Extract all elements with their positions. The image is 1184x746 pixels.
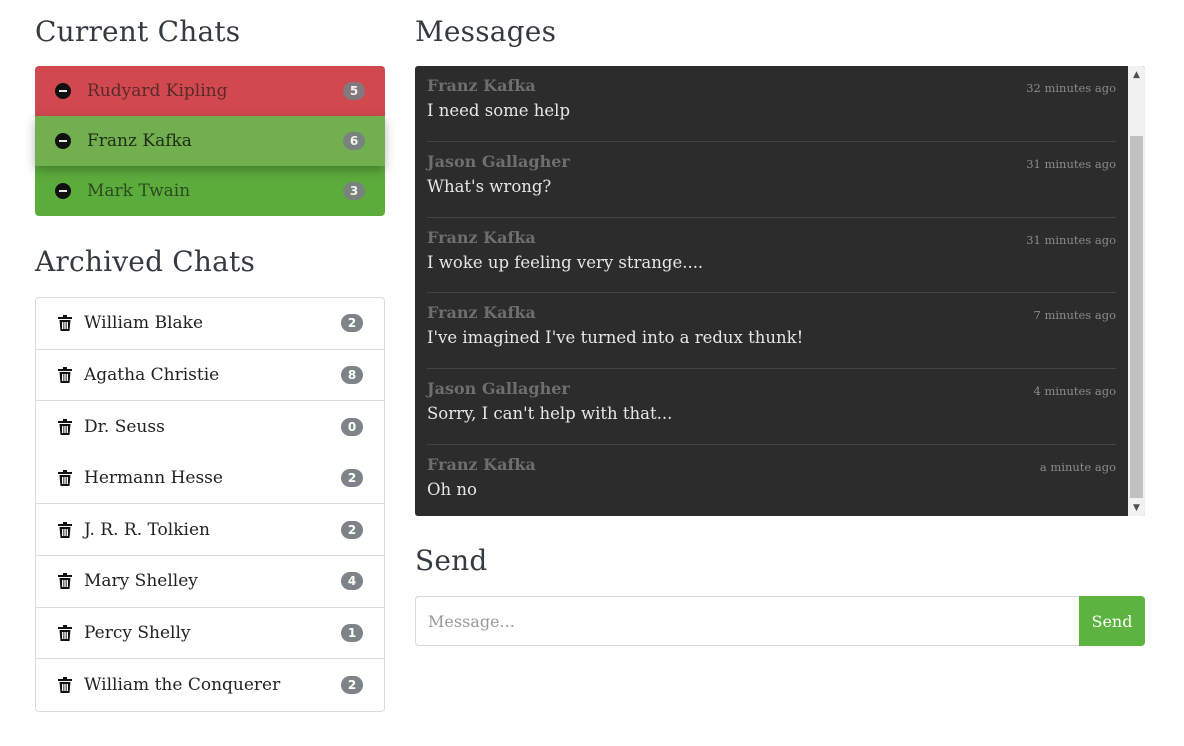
message-item: Franz Kafka a minute ago Oh no bbox=[427, 445, 1116, 516]
message-list: Franz Kafka 32 minutes ago I need some h… bbox=[427, 66, 1116, 516]
scroll-down-arrow-icon[interactable]: ▼ bbox=[1128, 499, 1145, 516]
send-button[interactable]: Send bbox=[1079, 596, 1145, 646]
chat-name: Percy Shelly bbox=[84, 622, 191, 643]
trash-icon[interactable] bbox=[56, 366, 74, 384]
messages-heading: Messages bbox=[415, 15, 557, 48]
message-item: Franz Kafka 32 minutes ago I need some h… bbox=[427, 66, 1116, 142]
unread-count-badge: 3 bbox=[343, 182, 365, 200]
current-chat-item-selected[interactable]: Franz Kafka 6 bbox=[35, 116, 385, 166]
message-timestamp: 7 minutes ago bbox=[1033, 308, 1117, 323]
message-count-badge: 4 bbox=[341, 572, 363, 591]
message-author: Franz Kafka bbox=[427, 303, 536, 323]
archived-chat-item[interactable]: Percy Shelly 1 bbox=[36, 608, 384, 660]
message-count-badge: 0 bbox=[341, 417, 363, 436]
message-author: Franz Kafka bbox=[427, 76, 536, 95]
archived-chat-item[interactable]: William the Conquerer 2 bbox=[36, 659, 384, 711]
chat-name: Agatha Christie bbox=[84, 364, 220, 385]
current-chats-list: Rudyard Kipling 5 Franz Kafka 6 Mark Twa… bbox=[35, 66, 385, 216]
trash-icon[interactable] bbox=[56, 676, 74, 694]
message-author: Franz Kafka bbox=[427, 227, 536, 247]
archived-chat-item[interactable]: J. R. R. Tolkien 2 bbox=[36, 504, 384, 556]
message-count-badge: 2 bbox=[341, 675, 363, 694]
message-item: Franz Kafka 7 minutes ago I've imagined … bbox=[427, 293, 1117, 370]
message-timestamp: 32 minutes ago bbox=[1026, 81, 1116, 95]
message-count-badge: 1 bbox=[341, 623, 363, 642]
message-count-badge: 2 bbox=[341, 314, 363, 333]
message-input[interactable] bbox=[415, 596, 1079, 646]
chat-name: Franz Kafka bbox=[87, 131, 192, 151]
current-chat-item[interactable]: Rudyard Kipling 5 bbox=[35, 66, 385, 116]
chat-name: Mary Shelley bbox=[84, 571, 198, 592]
message-timestamp: 31 minutes ago bbox=[1026, 156, 1116, 171]
send-heading: Send bbox=[415, 544, 488, 577]
message-item: Jason Gallagher 4 minutes ago Sorry, I c… bbox=[427, 369, 1116, 445]
message-timestamp: 4 minutes ago bbox=[1033, 384, 1117, 399]
message-text: What's wrong? bbox=[427, 176, 552, 196]
scroll-up-arrow-icon[interactable]: ▲ bbox=[1128, 66, 1145, 83]
trash-icon[interactable] bbox=[56, 418, 74, 436]
trash-icon[interactable] bbox=[56, 314, 74, 332]
message-count-badge: 2 bbox=[341, 520, 363, 539]
message-item: Jason Gallagher 31 minutes ago What's wr… bbox=[427, 142, 1116, 218]
message-text: Oh no bbox=[427, 479, 477, 499]
chat-name: Dr. Seuss bbox=[84, 416, 165, 437]
message-author: Jason Gallagher bbox=[427, 151, 570, 171]
minus-circle-icon[interactable] bbox=[55, 83, 71, 99]
minus-circle-icon[interactable] bbox=[55, 183, 71, 199]
minus-circle-icon[interactable] bbox=[55, 133, 71, 149]
trash-icon[interactable] bbox=[56, 469, 74, 487]
messages-panel[interactable]: Franz Kafka 32 minutes ago I need some h… bbox=[415, 66, 1145, 516]
message-text: Sorry, I can't help with that... bbox=[427, 404, 673, 424]
unread-count-badge: 5 bbox=[343, 82, 365, 100]
message-timestamp: 31 minutes ago bbox=[1026, 232, 1116, 247]
chat-name: J. R. R. Tolkien bbox=[84, 519, 210, 540]
archived-chat-item[interactable]: Mary Shelley 4 bbox=[36, 556, 384, 608]
message-timestamp: a minute ago bbox=[1039, 459, 1116, 474]
archived-chats-list: William Blake 2 Agatha Christie 8 Dr. Se… bbox=[35, 297, 385, 712]
archived-chat-item[interactable]: Agatha Christie 8 bbox=[36, 350, 384, 402]
current-chats-heading: Current Chats bbox=[35, 15, 241, 48]
trash-icon[interactable] bbox=[56, 521, 74, 539]
archived-chat-item[interactable]: Hermann Hesse 2 bbox=[36, 453, 384, 505]
scrollbar-thumb[interactable] bbox=[1130, 136, 1143, 498]
message-text: I woke up feeling very strange.... bbox=[427, 252, 704, 272]
message-count-badge: 2 bbox=[341, 469, 363, 488]
archived-chat-item[interactable]: William Blake 2 bbox=[36, 298, 384, 350]
chat-name: William the Conquerer bbox=[84, 674, 281, 695]
messages-scrollbar[interactable]: ▲ ▼ bbox=[1128, 66, 1145, 516]
trash-icon[interactable] bbox=[56, 572, 74, 590]
unread-count-badge: 6 bbox=[343, 132, 365, 150]
chat-name: Mark Twain bbox=[87, 181, 191, 201]
message-text: I've imagined I've turned into a redux t… bbox=[427, 328, 804, 348]
trash-icon[interactable] bbox=[56, 624, 74, 642]
chat-name: Hermann Hesse bbox=[84, 468, 223, 489]
archived-chat-item[interactable]: Dr. Seuss 0 bbox=[36, 401, 384, 453]
message-text: I need some help bbox=[427, 101, 571, 120]
chat-name: William Blake bbox=[84, 313, 204, 334]
send-form: Send bbox=[415, 596, 1145, 646]
chat-name: Rudyard Kipling bbox=[87, 81, 228, 101]
message-count-badge: 8 bbox=[341, 365, 363, 384]
current-chat-item[interactable]: Mark Twain 3 bbox=[35, 166, 385, 216]
archived-chats-heading: Archived Chats bbox=[35, 245, 256, 278]
message-author: Jason Gallagher bbox=[427, 379, 570, 399]
message-author: Franz Kafka bbox=[427, 454, 536, 474]
message-item: Franz Kafka 31 minutes ago I woke up fee… bbox=[427, 218, 1116, 294]
